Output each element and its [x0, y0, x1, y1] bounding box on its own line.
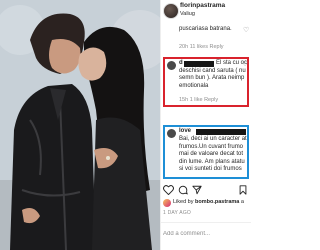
likes-row: Liked by bombo.pastrama a — [163, 198, 251, 210]
add-comment-input[interactable] — [163, 231, 243, 237]
comment-heart-icon[interactable]: ♡ — [242, 61, 248, 68]
commenter-username[interactable]: d — [179, 60, 183, 68]
comment-line: frumos.Un cuvant frumo — [179, 143, 244, 150]
post-username[interactable]: florinpastrama — [180, 2, 225, 9]
comment-icon[interactable] — [178, 185, 188, 195]
post-photo[interactable] — [0, 0, 160, 250]
likes-text[interactable]: Liked by bombo.pastrama a — [173, 199, 244, 205]
instagram-post-panel: florinpastrama Valiug puscariasa batrana… — [160, 0, 251, 250]
comment-meta[interactable]: 20h 11 likes Reply — [179, 44, 224, 50]
avatar[interactable] — [163, 3, 179, 19]
comment-line: deschisi cand saruta ( nu — [179, 67, 246, 74]
heart-icon[interactable] — [163, 185, 174, 195]
redacted-username — [196, 129, 246, 135]
post-header: florinpastrama Valiug — [161, 0, 251, 22]
comment-heart-icon[interactable]: ♡ — [243, 27, 249, 34]
comment-meta[interactable]: 15h 1 like Reply — [179, 97, 218, 103]
commenter-avatar[interactable] — [167, 129, 176, 138]
commenter-avatar[interactable] — [167, 61, 176, 70]
comment-line: mai de valoare decat tot — [179, 151, 244, 157]
comment-line: emotionala — [179, 82, 209, 89]
post-timestamp: 1 DAY AGO — [163, 210, 192, 216]
redacted-username — [184, 61, 214, 67]
comment-line: Bai, deci ai un caracter at — [179, 136, 247, 142]
comment-fragment: puscariasa batrana. — [179, 26, 232, 32]
post-action-bar — [161, 183, 251, 197]
commenter-username[interactable]: love — [179, 128, 191, 136]
post-location[interactable]: Valiug — [180, 11, 195, 17]
add-comment-bar — [161, 222, 251, 250]
comment-line: si voi sunteti doi frumos — [179, 166, 242, 172]
bookmark-icon[interactable] — [239, 185, 247, 195]
kissing-couple-photo — [0, 0, 160, 250]
comment-line: semn bun ). Arata neimp — [179, 75, 245, 81]
share-icon[interactable] — [192, 185, 202, 195]
liker-avatar[interactable] — [163, 199, 171, 207]
comment-line: din lume. Am plans atatu — [179, 158, 245, 165]
